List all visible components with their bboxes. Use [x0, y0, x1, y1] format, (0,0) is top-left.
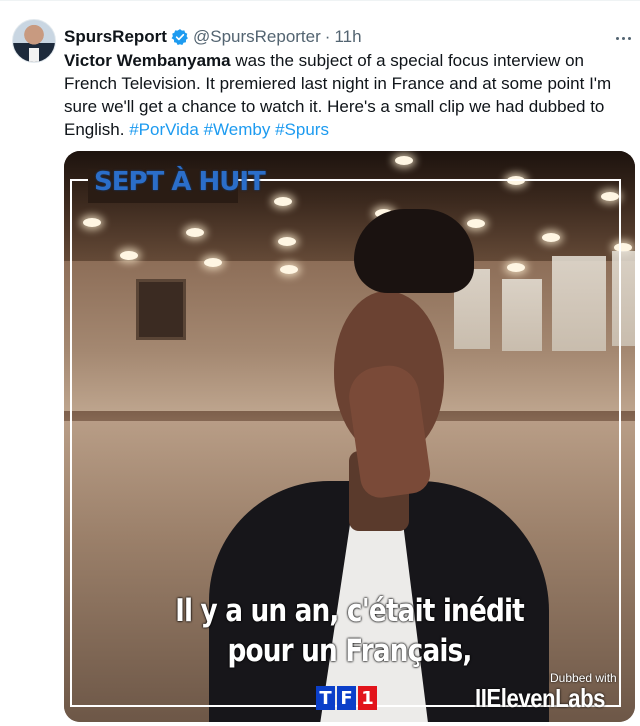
- tf1-logo: T F 1: [316, 686, 378, 710]
- hashtag-wemby[interactable]: #Wemby: [204, 120, 271, 139]
- subtitle-line-1: Il y a un an, c'était inédit: [175, 593, 525, 629]
- timestamp[interactable]: 11h: [334, 27, 361, 47]
- channel-logo: SEPT À HUIT: [94, 167, 266, 197]
- ceiling-light: [395, 156, 413, 165]
- tf1-logo-letter: F: [337, 686, 356, 710]
- hashtag-porvida[interactable]: #PorVida: [129, 120, 199, 139]
- video-player[interactable]: SEPT À HUIT Il y a un an, c'était inédit…: [64, 151, 635, 722]
- avatar[interactable]: [12, 19, 56, 63]
- verified-badge-icon: [171, 29, 188, 45]
- display-name[interactable]: SpursReport: [64, 27, 167, 47]
- tweet-text: Victor Wembanyama was the subject of a s…: [64, 49, 630, 141]
- avatar-shirt: [29, 48, 39, 62]
- tweet-header: SpursReport @SpursReporter · 11h: [64, 27, 362, 47]
- tweet-card[interactable]: SpursReport @SpursReporter · 11h Victor …: [0, 0, 640, 726]
- more-options-icon[interactable]: [612, 27, 634, 49]
- elevenlabs-logo: IIElevenLabs: [475, 683, 606, 713]
- hashtag-spurs[interactable]: #Spurs: [275, 120, 329, 139]
- user-handle[interactable]: @SpursReporter: [193, 27, 321, 47]
- tf1-logo-letter: 1: [358, 686, 377, 710]
- subtitle-line-2: pour un Français,: [227, 633, 472, 669]
- tf1-logo-letter: T: [316, 686, 335, 710]
- mentioned-name: Victor Wembanyama: [64, 51, 231, 70]
- separator-dot: ·: [324, 27, 331, 46]
